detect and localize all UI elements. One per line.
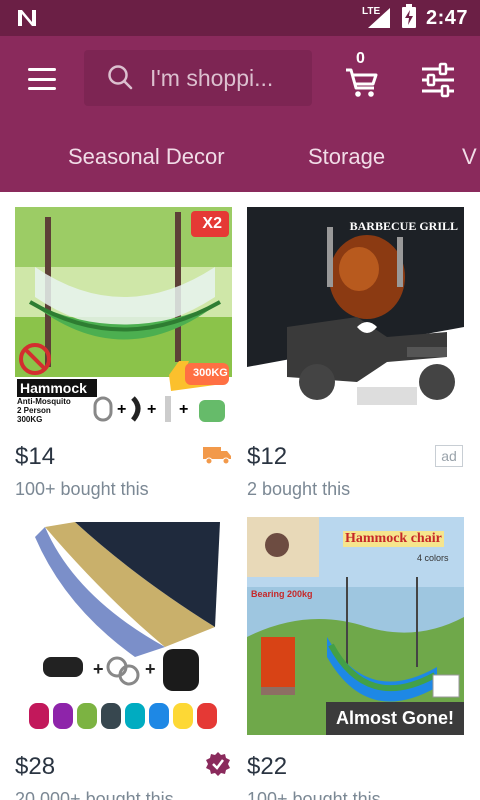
menu-button[interactable]	[22, 64, 62, 94]
notification-n-icon	[16, 8, 38, 33]
product-image[interactable]: + + + X2 300KG Hammock Anti-Mosquito 2 P…	[15, 207, 232, 425]
image-sub-text: 4 colors	[417, 553, 449, 563]
svg-text:+: +	[147, 401, 156, 418]
product-price: $14	[15, 443, 56, 470]
bought-count: 2 bought this	[247, 479, 351, 499]
bought-count: 20,000+ bought this	[15, 789, 174, 800]
tab-storage[interactable]: Storage	[308, 144, 385, 170]
bought-count: 100+ bought this	[15, 479, 149, 499]
product-card[interactable]: Hammock chair 4 colors Bearing 200kg Alm…	[247, 517, 464, 800]
svg-text:+: +	[179, 401, 188, 418]
quantity-badge: X2	[202, 215, 222, 232]
weight-sticker: 300KG	[193, 367, 228, 379]
search-icon	[108, 65, 133, 90]
almost-gone-badge: Almost Gone!	[325, 702, 464, 735]
image-banner-text: BARBECUE GRILL	[349, 219, 458, 233]
cart-button[interactable]: 0	[340, 50, 384, 100]
product-title-text: Hammock	[17, 379, 97, 397]
tab-seasonal-decor[interactable]: Seasonal Decor	[68, 144, 225, 170]
app-header: I'm shoppi... 0 Seasonal Decor Storage V	[0, 36, 480, 192]
cart-count: 0	[356, 50, 365, 67]
svg-text:+: +	[117, 401, 126, 418]
search-input[interactable]: I'm shoppi...	[84, 50, 312, 106]
product-image[interactable]: + +	[15, 517, 232, 735]
product-card[interactable]: + + + X2 300KG Hammock Anti-Mosquito 2 P…	[15, 207, 232, 499]
bought-count: 100+ bought this	[247, 789, 381, 800]
tab-partial[interactable]: V	[462, 144, 477, 170]
product-feature-label: Hammock Anti-Mosquito 2 Person 300KG	[17, 379, 97, 424]
shipping-truck-icon	[203, 447, 231, 465]
feature-3: 300KG	[17, 415, 43, 424]
verified-badge-icon	[206, 752, 230, 776]
product-card[interactable]: + + $28 20,000+ bought this	[15, 517, 232, 800]
feature-2: 2 Person	[17, 406, 51, 415]
ad-badge: ad	[435, 445, 463, 467]
product-price: $22	[247, 753, 288, 780]
feature-1: Anti-Mosquito	[17, 397, 71, 406]
product-price: $12	[247, 443, 288, 470]
menu-line	[28, 87, 56, 90]
product-price: $28	[15, 753, 56, 780]
filter-sliders-icon	[422, 62, 454, 98]
menu-line	[28, 68, 56, 71]
battery-charging-icon	[401, 3, 416, 33]
menu-line	[28, 77, 56, 81]
status-bar: LTE 2:47	[0, 0, 480, 36]
product-image[interactable]: Hammock chair 4 colors Bearing 200kg Alm…	[247, 517, 464, 735]
image-banner-text: Hammock chair	[343, 531, 444, 547]
lte-signal-icon: LTE	[362, 6, 392, 30]
product-grid: + + + X2 300KG Hammock Anti-Mosquito 2 P…	[0, 192, 480, 800]
clock: 2:47	[425, 6, 468, 29]
product-card[interactable]: BARBECUE GRILL $12 ad 2 bought this	[247, 207, 464, 499]
product-image[interactable]: BARBECUE GRILL	[247, 207, 464, 425]
svg-text:+: +	[93, 659, 104, 679]
svg-text:+: +	[145, 659, 156, 679]
search-placeholder: I'm shoppi...	[150, 64, 274, 91]
category-tabs: Seasonal Decor Storage V	[0, 136, 480, 182]
image-weight-text: Bearing 200kg	[251, 589, 313, 599]
network-type: LTE	[361, 6, 381, 17]
filter-button[interactable]	[418, 62, 458, 98]
